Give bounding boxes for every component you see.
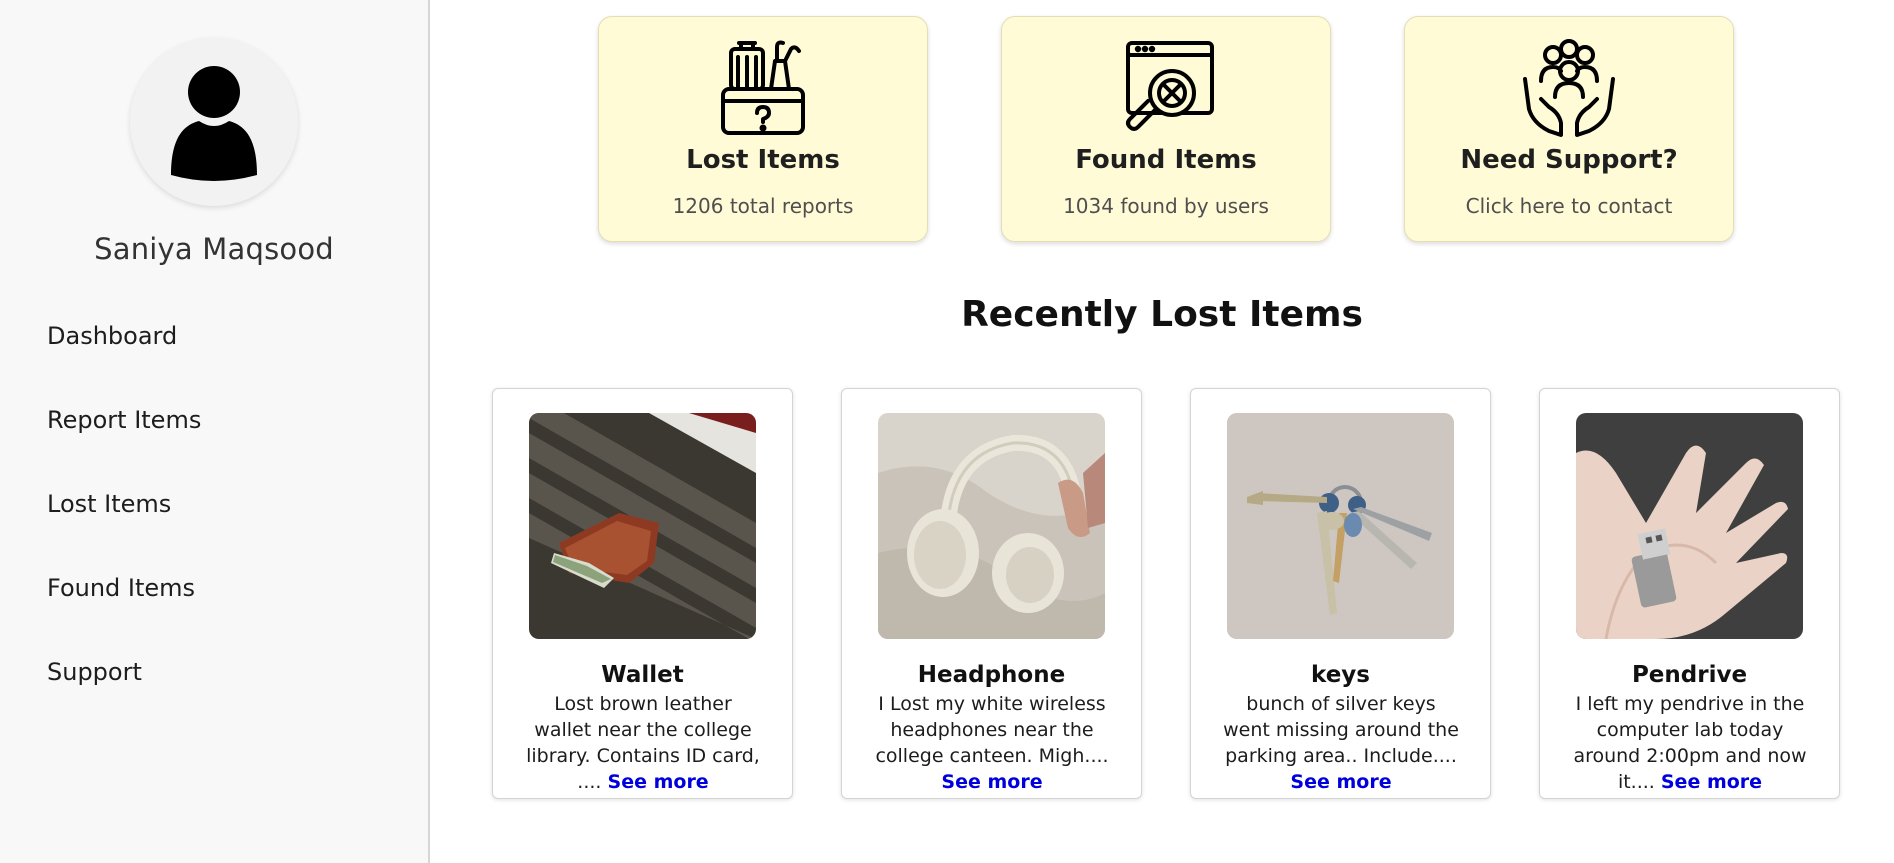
sidebar-item-dashboard[interactable]: Dashboard [47, 316, 201, 400]
stat-subtitle: Click here to contact [1465, 194, 1673, 218]
see-more-link[interactable]: See more [941, 771, 1042, 793]
section-title-recent: Recently Lost Items [961, 294, 1363, 335]
item-description: bunch of silver keys went missing around… [1223, 693, 1459, 793]
see-more-link[interactable]: See more [608, 771, 709, 793]
user-name: Saniya Maqsood [94, 232, 334, 266]
headphones-photo [878, 413, 1105, 639]
stat-title: Lost Items [686, 145, 840, 175]
item-card-headphone[interactable]: Headphone I Lost my white wireless headp… [841, 388, 1142, 799]
search-x-icon [1126, 41, 1214, 131]
stat-title: Need Support? [1460, 145, 1678, 175]
item-title: Wallet [601, 662, 684, 688]
sidebar-item-found-items[interactable]: Found Items [47, 568, 201, 652]
stat-card-lost-items[interactable]: Lost Items 1206 total reports [598, 16, 928, 242]
keys-photo [1227, 413, 1454, 639]
user-icon [171, 66, 257, 181]
item-description: I Lost my white wireless headphones near… [875, 693, 1109, 793]
luggage-question-icon [721, 40, 805, 135]
sidebar: Saniya Maqsood Dashboard Report Items Lo… [0, 0, 430, 863]
stat-card-support[interactable]: Need Support? Click here to contact [1404, 16, 1734, 242]
wallet-photo [529, 413, 756, 639]
sidebar-item-report-items[interactable]: Report Items [47, 400, 201, 484]
item-card-pendrive[interactable]: Pendrive I left my pendrive in the compu… [1539, 388, 1840, 799]
app-root: Saniya Maqsood Dashboard Report Items Lo… [0, 0, 1894, 863]
stat-card-found-items[interactable]: Found Items 1034 found by users [1001, 16, 1331, 242]
avatar[interactable] [130, 38, 298, 206]
stat-title: Found Items [1075, 145, 1257, 175]
stat-subtitle: 1034 found by users [1063, 194, 1269, 218]
sidebar-nav: Dashboard Report Items Lost Items Found … [47, 316, 201, 736]
pendrive-photo [1576, 413, 1803, 639]
item-title: Headphone [917, 662, 1066, 688]
stat-subtitle: 1206 total reports [672, 194, 854, 218]
item-description: I left my pendrive in the computer lab t… [1573, 693, 1807, 793]
sidebar-item-support[interactable]: Support [47, 652, 201, 736]
see-more-link[interactable]: See more [1290, 771, 1391, 793]
see-more-link[interactable]: See more [1661, 771, 1762, 793]
item-title: keys [1311, 662, 1370, 688]
main-content: Lost Items 1206 total reports Found Item… [430, 0, 1894, 863]
item-card-keys[interactable]: keys bunch of silver keys went missing a… [1190, 388, 1491, 799]
item-title: Pendrive [1631, 662, 1748, 688]
sidebar-item-lost-items[interactable]: Lost Items [47, 484, 201, 568]
hands-people-icon [1523, 39, 1615, 137]
item-description: Lost brown leather wallet near the colle… [526, 693, 760, 793]
item-card-wallet[interactable]: Wallet Lost brown leather wallet near th… [492, 388, 793, 799]
